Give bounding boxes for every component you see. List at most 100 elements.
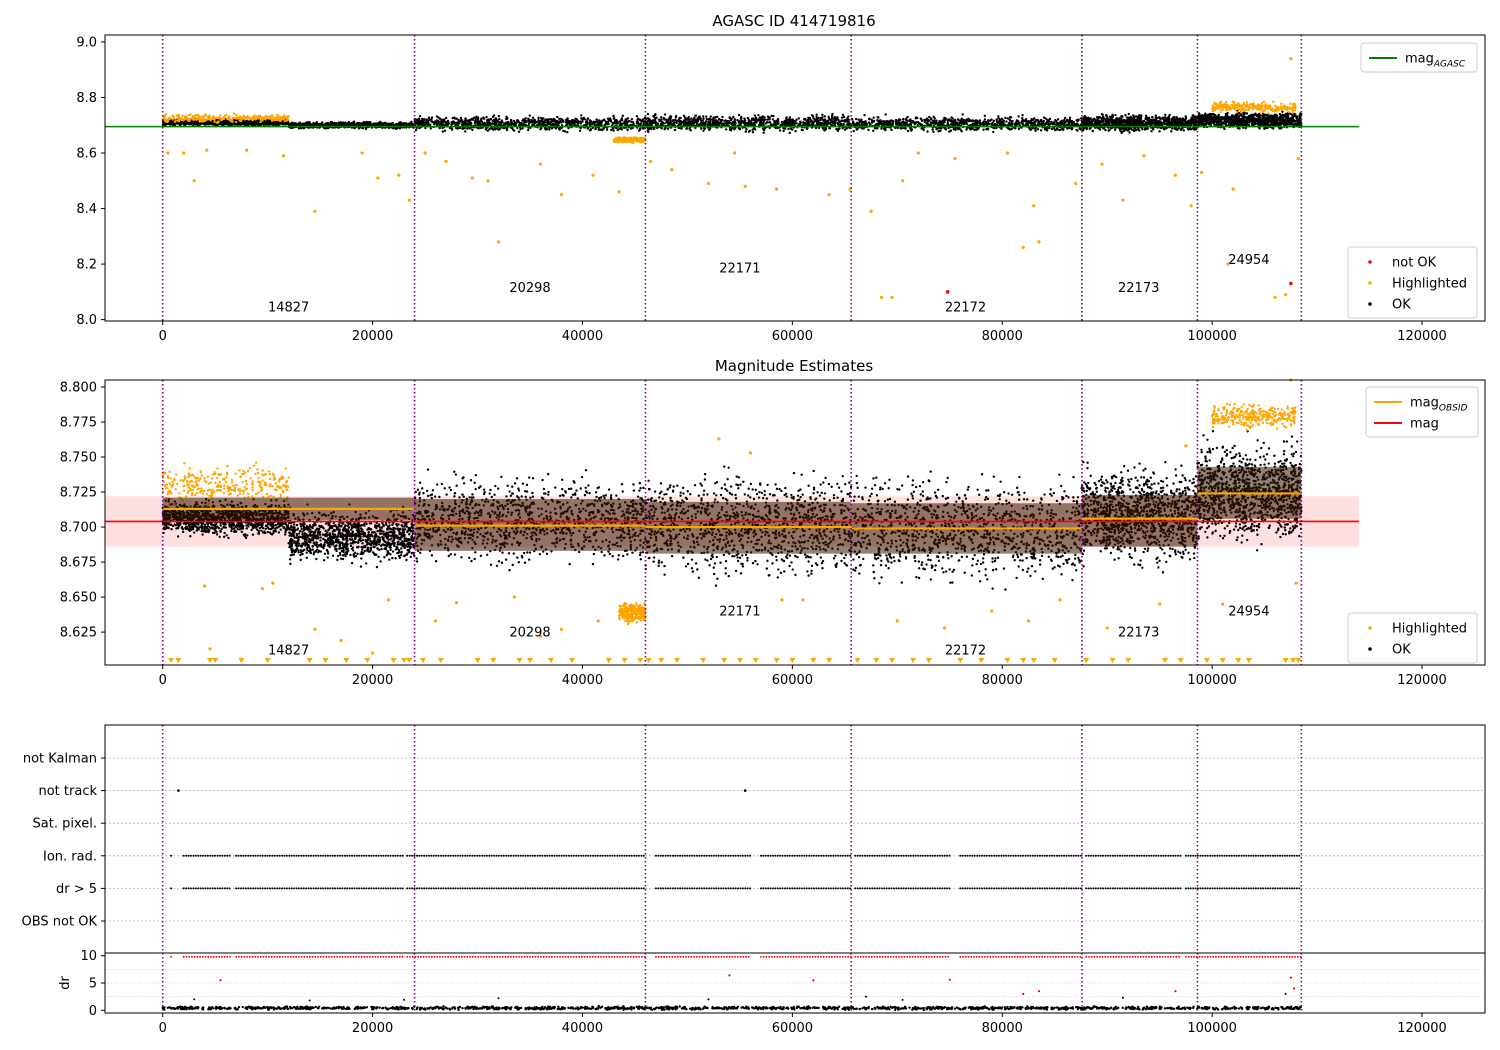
ok-point — [1006, 117, 1009, 120]
ok-point — [1055, 127, 1059, 130]
ok-point — [1039, 118, 1043, 122]
ok-point — [986, 128, 990, 131]
ok-point — [383, 123, 386, 126]
ok-point — [1028, 127, 1031, 130]
ok-point — [552, 119, 555, 122]
ok-point — [606, 120, 610, 123]
ok-point — [364, 127, 368, 131]
ok-point — [494, 117, 497, 120]
ok-point — [724, 128, 728, 131]
ok-point — [821, 121, 824, 125]
ok-point — [793, 122, 796, 125]
ok-point — [438, 117, 442, 120]
ok-point — [223, 120, 226, 124]
ok-point — [410, 122, 414, 125]
ok-point — [784, 127, 787, 130]
ok-point — [1060, 119, 1063, 122]
ok-point — [391, 122, 394, 125]
ok-point — [808, 120, 812, 124]
ok-point — [522, 118, 525, 121]
ok-point — [806, 119, 810, 123]
ok-point — [513, 129, 516, 132]
ok-point — [1062, 123, 1066, 127]
ok-point — [873, 127, 877, 130]
ok-point — [239, 123, 242, 126]
ok-point — [256, 120, 259, 123]
ok-point — [782, 120, 785, 124]
ok-point — [751, 130, 755, 134]
ok-point — [544, 128, 547, 131]
ok-point — [1075, 128, 1078, 132]
ok-point — [1015, 122, 1018, 125]
ok-point — [580, 117, 583, 120]
ok-point — [782, 129, 785, 133]
ok-point — [1182, 129, 1186, 132]
ok-point — [646, 119, 650, 123]
ok-point — [808, 117, 812, 121]
ok-point — [1124, 113, 1127, 117]
ok-point — [549, 123, 552, 127]
ok-point — [817, 116, 820, 120]
ok-point — [897, 119, 901, 122]
ok-point — [877, 116, 880, 119]
ok-point — [707, 120, 710, 124]
ok-point — [883, 127, 887, 131]
ok-point — [586, 122, 590, 126]
ok-point — [858, 120, 862, 123]
ok-point — [732, 115, 735, 119]
ok-point — [529, 119, 532, 122]
ok-point — [949, 119, 953, 123]
ok-point — [639, 122, 643, 125]
ok-point — [483, 123, 487, 126]
ok-point — [636, 117, 640, 120]
ok-point — [450, 121, 453, 124]
ok-point — [843, 120, 846, 123]
ok-point — [919, 117, 923, 121]
ok-point — [517, 130, 521, 133]
ok-point — [708, 123, 712, 126]
ok-point — [957, 118, 960, 121]
ok-point — [705, 115, 708, 118]
ok-point — [627, 120, 630, 123]
ok-point — [168, 122, 172, 126]
ok-point — [187, 122, 190, 125]
ok-point — [906, 115, 909, 119]
ok-point — [533, 121, 536, 125]
ok-point — [819, 116, 823, 120]
ok-point — [705, 117, 708, 121]
ok-point — [943, 119, 946, 123]
ok-point — [1060, 127, 1063, 131]
ok-point — [983, 118, 987, 121]
ok-point — [1101, 113, 1104, 116]
ok-point — [1007, 127, 1010, 130]
ok-point — [956, 123, 959, 126]
ok-point — [1044, 117, 1047, 120]
ok-point — [413, 120, 416, 123]
ok-point — [433, 123, 436, 126]
ok-point — [990, 118, 993, 121]
ok-point — [316, 123, 320, 126]
ok-point — [788, 131, 791, 135]
ok-point — [698, 115, 701, 118]
ok-point — [685, 121, 689, 124]
ok-point — [1046, 123, 1049, 126]
ok-point — [1017, 127, 1021, 131]
ok-point — [1044, 127, 1047, 130]
ok-point — [1021, 117, 1024, 120]
ok-point — [639, 127, 642, 131]
ok-point — [1033, 120, 1036, 124]
ok-point — [762, 120, 766, 123]
ok-point — [737, 113, 741, 117]
ok-point — [959, 128, 962, 131]
ok-point — [742, 120, 745, 123]
ok-point — [497, 121, 500, 124]
ok-point — [537, 116, 540, 120]
ok-point — [1104, 128, 1107, 132]
ok-point — [738, 120, 741, 123]
ok-point — [1002, 121, 1005, 124]
ok-point — [456, 121, 459, 125]
ok-point — [839, 122, 843, 126]
ok-point — [728, 116, 732, 120]
ok-point — [931, 128, 934, 131]
ok-point — [265, 122, 268, 126]
